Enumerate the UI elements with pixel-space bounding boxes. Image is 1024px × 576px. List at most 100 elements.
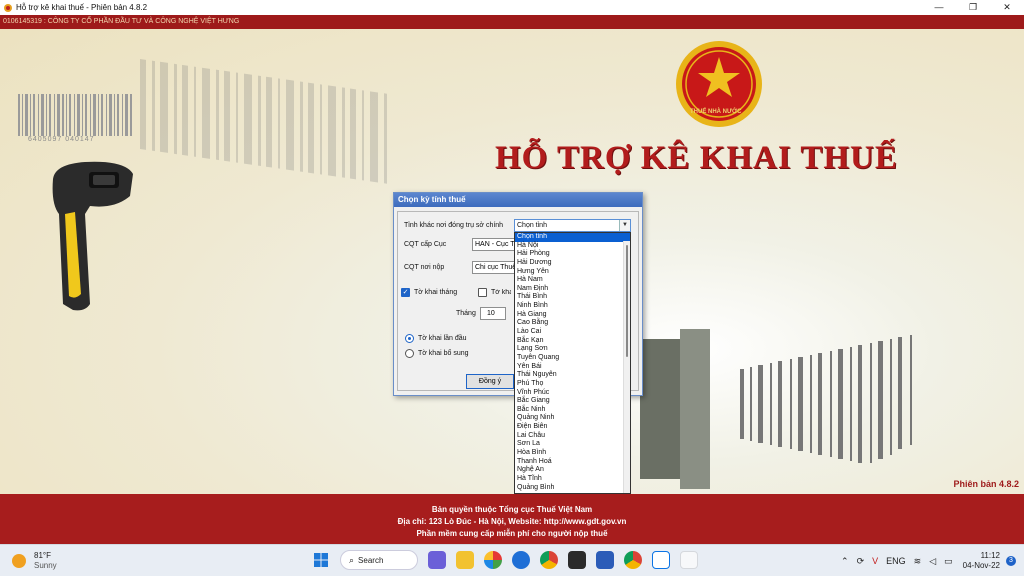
supplement-return-radio[interactable] [405, 349, 414, 358]
monthly-return-label: Tờ khai tháng [414, 289, 458, 296]
barcode-number: 6405097 040147 [28, 136, 95, 143]
province-option[interactable]: Thái Nguyên [515, 371, 630, 380]
weather-widget[interactable]: 81°F Sunny [12, 551, 57, 571]
month-input[interactable]: 10 [480, 307, 506, 320]
weather-temp: 81°F [34, 551, 51, 560]
blank-app-icon[interactable] [680, 551, 698, 569]
footer-free-note: Phần mềm cung cấp miễn phí cho người nộp… [416, 529, 608, 538]
province-option[interactable]: Hòa Bình [515, 449, 630, 458]
speaker-icon[interactable]: ◁ [929, 556, 936, 567]
clock[interactable]: 11:12 04-Nov-22 [963, 551, 1000, 571]
cqt-cap-cuc-select[interactable]: HAN - Cục Thuế TP Hà Nội [472, 238, 517, 251]
province-dropdown-list[interactable]: Chọn tỉnh Hà Nội Hải Phòng Hải Dương Hưng Yê… [514, 232, 631, 494]
taskbar: 81°F Sunny ⌕ Search ⌃ ⟳ V ENG ≋ ◁ ▭ 11:1 [0, 544, 1024, 576]
chrome-icon[interactable] [540, 551, 558, 569]
taskbar-search-box[interactable]: ⌕ Search [340, 550, 418, 570]
province-option[interactable]: Bắc Ninh [515, 406, 630, 415]
sync-icon[interactable]: ⟳ [857, 556, 865, 567]
close-button[interactable]: ✕ [990, 0, 1024, 15]
cqt-cap-cuc-label: CQT cấp Cục [404, 241, 447, 248]
emblem-text: THUẾ NHÀ NƯỚC [690, 109, 742, 115]
province-select[interactable]: Chọn tỉnh ▼ [514, 219, 631, 232]
language-indicator[interactable]: ENG [886, 556, 906, 566]
cqt-noi-nop-select[interactable]: Chi cục Thuế Quận Cầu Giấy [472, 261, 517, 274]
province-option[interactable]: Sơn La [515, 440, 630, 449]
window-title: Hỗ trợ kê khai thuế - Phiên bản 4.8.2 [16, 3, 148, 12]
first-return-label: Tờ khai lần đầu [418, 335, 467, 342]
ok-button[interactable]: Đồng ý [466, 374, 514, 389]
province-option[interactable]: Hà Tĩnh [515, 475, 630, 484]
chrome-profile-icon[interactable] [624, 551, 642, 569]
restore-button[interactable]: ❐ [956, 0, 990, 15]
word-icon[interactable] [596, 551, 614, 569]
tax-emblem-icon [676, 41, 762, 127]
cqt-noi-nop-label: CQT nơi nộp [404, 264, 445, 271]
windows-start-icon[interactable] [312, 551, 330, 569]
minimize-button[interactable]: — [922, 0, 956, 15]
company-bar: 0106145319 : CÔNG TY CỔ PHẦN ĐẦU TƯ VÀ C… [0, 15, 1024, 29]
province-option[interactable]: Ninh Bình [515, 302, 630, 311]
quarterly-return-checkbox[interactable] [478, 288, 487, 297]
server-graphic [640, 329, 912, 489]
sun-icon [12, 554, 26, 568]
sticky-notes-icon[interactable] [568, 551, 586, 569]
chevron-down-icon[interactable]: ▼ [619, 220, 630, 231]
monthly-return-checkbox[interactable]: ✓ [401, 288, 410, 297]
province-option[interactable]: Quảng Bình [515, 484, 630, 493]
province-option[interactable]: Hưng Yên [515, 268, 630, 277]
province-option[interactable]: Hà Nam [515, 276, 630, 285]
pinwheel-icon[interactable] [484, 551, 502, 569]
province-option[interactable]: Lào Cai [515, 328, 630, 337]
dropdown-scrollbar[interactable] [623, 241, 630, 493]
wifi-icon[interactable]: ≋ [914, 556, 922, 567]
teamviewer-icon[interactable] [512, 551, 530, 569]
window-titlebar: Hỗ trợ kê khai thuế - Phiên bản 4.8.2 — … [0, 0, 1024, 15]
search-icon: ⌕ [349, 554, 355, 565]
province-option[interactable]: Vĩnh Phúc [515, 389, 630, 398]
province-option[interactable]: Bắc Kạn [515, 337, 630, 346]
clock-time: 11:12 [980, 551, 1000, 560]
zalo-icon[interactable] [652, 551, 670, 569]
dialog-title: Chọn kỳ tính thuế [394, 193, 642, 207]
app-icon [4, 3, 12, 12]
month-label: Tháng [456, 310, 476, 317]
footer-copyright: Bản quyền thuộc Tổng cục Thuế Việt Nam [431, 505, 593, 514]
main-title: HỖ TRỢ KÊ KHAI THUẾ [495, 140, 898, 176]
supplement-return-label: Tờ khai bổ sung [418, 350, 469, 357]
province-option[interactable]: Lai Châu [515, 432, 630, 441]
notification-badge[interactable]: 3 [1006, 556, 1016, 566]
antivirus-icon[interactable]: V [872, 556, 878, 566]
scrollbar-thumb[interactable] [626, 245, 628, 357]
province-option[interactable]: Chọn tỉnh [515, 233, 630, 242]
footer-address: Địa chỉ: 123 Lò Đúc - Hà Nội, Website: h… [397, 517, 627, 526]
clock-date: 04-Nov-22 [962, 561, 1000, 570]
province-option[interactable]: Hải Dương [515, 259, 630, 268]
footer: Bản quyền thuộc Tổng cục Thuế Việt Nam Đ… [0, 494, 1024, 544]
quarterly-return-label: Tờ khai quý [491, 289, 511, 296]
meet-icon[interactable] [428, 551, 446, 569]
system-tray: ⌃ ⟳ V ENG ≋ ◁ ▭ 11:12 04-Nov-22 3 [837, 549, 1016, 573]
weather-desc: Sunny [34, 561, 57, 570]
province-option[interactable]: Hải Phòng [515, 250, 630, 259]
chevron-up-icon[interactable]: ⌃ [841, 556, 849, 567]
province-option[interactable]: Thanh Hoá [515, 458, 630, 467]
file-explorer-icon[interactable] [456, 551, 474, 569]
province-label: Tỉnh khác nơi đóng trụ sở chính [404, 222, 504, 229]
barcode-scanner-image [52, 161, 133, 311]
province-option[interactable]: Quảng Ninh [515, 414, 630, 423]
province-option[interactable]: Yên Bái [515, 363, 630, 372]
first-return-radio[interactable] [405, 334, 414, 343]
province-option[interactable]: Hà Nội [515, 242, 630, 251]
province-option[interactable]: Tuyên Quang [515, 354, 630, 363]
province-option[interactable]: Bắc Giang [515, 397, 630, 406]
version-label: Phiên bản 4.8.2 [953, 479, 1019, 489]
province-option[interactable]: Phú Thọ [515, 380, 630, 389]
province-option[interactable]: Nam Định [515, 285, 630, 294]
search-label: Search [358, 555, 384, 565]
province-option[interactable]: Điện Biên [515, 423, 630, 432]
province-option[interactable]: Thái Bình [515, 293, 630, 302]
province-option[interactable]: Cao Bằng [515, 319, 630, 328]
province-option[interactable]: Nghệ An [515, 466, 630, 475]
province-option[interactable]: Lạng Sơn [515, 345, 630, 354]
battery-icon[interactable]: ▭ [944, 556, 953, 567]
